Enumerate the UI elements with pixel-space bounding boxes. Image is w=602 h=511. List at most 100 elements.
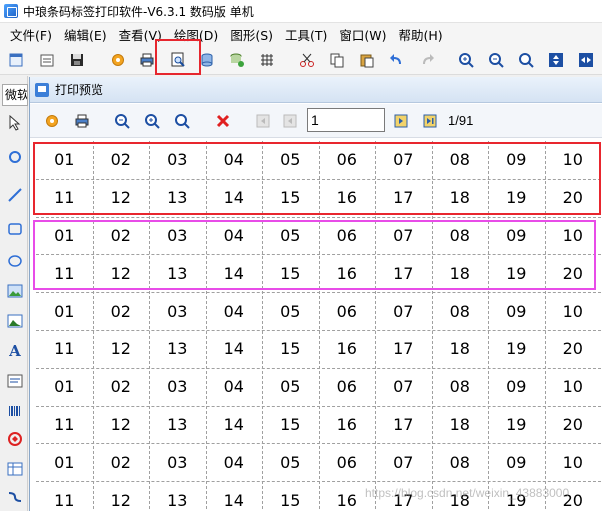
ellipse-tool-icon[interactable] (6, 252, 24, 270)
label-cell: 01 (54, 301, 75, 321)
label-cell: 10 (562, 301, 583, 321)
label-cell: 16 (336, 188, 357, 208)
settings-gear-icon[interactable] (43, 112, 61, 130)
prev-page-icon[interactable] (281, 112, 299, 130)
table-tool-icon[interactable] (6, 460, 24, 478)
settings-gear-icon[interactable] (109, 51, 127, 69)
first-page-icon[interactable] (254, 112, 272, 130)
label-cell: 19 (506, 263, 527, 283)
zoom-out-icon[interactable] (487, 51, 505, 69)
menu-edit[interactable]: 编辑(E) (58, 25, 113, 44)
label-cell: 10 (562, 225, 583, 245)
print-icon[interactable] (138, 51, 156, 69)
label-cell: 03 (167, 225, 188, 245)
label-cell: 15 (280, 414, 301, 434)
database-icon[interactable] (198, 51, 216, 69)
label-cell: 13 (167, 414, 188, 434)
grid-icon[interactable] (258, 51, 276, 69)
label-cell: 16 (336, 414, 357, 434)
label-cell: 18 (449, 188, 470, 208)
label-cell: 12 (110, 188, 131, 208)
label-cell: 06 (336, 301, 357, 321)
label-cell: 04 (223, 452, 244, 472)
menu-view[interactable]: 查看(V) (113, 25, 168, 44)
picture-tool-icon[interactable] (6, 312, 24, 330)
curve-tool-icon[interactable] (6, 488, 24, 506)
menu-file[interactable]: 文件(F) (4, 25, 58, 44)
text-tool-icon[interactable]: A (6, 342, 24, 360)
label-cell: 08 (449, 301, 470, 321)
menu-shape[interactable]: 图形(S) (224, 25, 279, 44)
label-cell: 14 (223, 263, 244, 283)
grid-column-divider (431, 141, 433, 511)
rich-text-tool-icon[interactable] (6, 372, 24, 390)
label-cell: 03 (167, 452, 188, 472)
window-title: 中琅条码标签打印软件-V6.3.1 数码版 单机 (23, 4, 254, 19)
fit-page-icon[interactable] (577, 51, 595, 69)
label-cell: 06 (336, 150, 357, 170)
new-document-icon[interactable] (7, 51, 25, 69)
close-x-icon[interactable] (214, 112, 232, 130)
zoom-in-icon[interactable] (143, 112, 161, 130)
zoom-reset-icon[interactable] (173, 112, 191, 130)
label-cell: 11 (54, 339, 75, 359)
main-toolbar (0, 45, 602, 75)
copy-icon[interactable] (328, 51, 346, 69)
zoom-out-icon[interactable] (113, 112, 131, 130)
qrcode-tool-icon[interactable] (6, 430, 24, 448)
label-cell: 06 (336, 377, 357, 397)
last-page-icon[interactable] (421, 112, 439, 130)
line-tool-icon[interactable] (6, 186, 24, 204)
print-preview-icon[interactable] (169, 51, 187, 69)
grid-column-divider (375, 141, 376, 511)
label-cell: 18 (449, 414, 470, 434)
label-cell: 01 (54, 377, 75, 397)
image-tool-icon[interactable] (6, 282, 24, 300)
next-page-icon[interactable] (392, 112, 410, 130)
menu-help[interactable]: 帮助(H) (393, 25, 449, 44)
zoom-in-icon[interactable] (457, 51, 475, 69)
label-cell: 05 (280, 377, 301, 397)
barcode-tool-icon[interactable] (6, 402, 24, 420)
zoom-fit-icon[interactable] (517, 51, 535, 69)
grid-column-divider (149, 141, 150, 511)
label-cell: 13 (167, 339, 188, 359)
label-cell: 07 (393, 225, 414, 245)
label-cell: 09 (506, 225, 527, 245)
label-cell: 11 (54, 414, 75, 434)
label-cell: 11 (54, 490, 75, 510)
label-cell: 07 (393, 377, 414, 397)
menu-tools[interactable]: 工具(T) (279, 25, 333, 44)
save-disk-icon[interactable] (68, 51, 86, 69)
label-cell: 09 (506, 150, 527, 170)
label-cell: 12 (110, 263, 131, 283)
label-cell: 04 (223, 225, 244, 245)
label-cell: 20 (562, 263, 583, 283)
select-arrow-icon[interactable] (6, 114, 24, 132)
label-cell: 03 (167, 301, 188, 321)
font-combo[interactable]: 微软 (2, 84, 28, 106)
paste-icon[interactable] (358, 51, 376, 69)
label-cell: 11 (54, 263, 75, 283)
open-folder-icon[interactable] (38, 51, 56, 69)
align-center-icon[interactable] (547, 51, 565, 69)
label-cell: 01 (54, 150, 75, 170)
title-bar: 中琅条码标签打印软件-V6.3.1 数码版 单机 (0, 0, 602, 23)
label-cell: 09 (506, 301, 527, 321)
menu-window[interactable]: 窗口(W) (333, 25, 392, 44)
label-preview-grid: 01 02 03 04 05 06 07 08 09 10 11 12 13 14 15 16 17 18 19 20… (36, 141, 602, 511)
cut-icon[interactable] (298, 51, 316, 69)
database-connect-icon[interactable] (228, 51, 246, 69)
grid-column-divider (544, 141, 546, 511)
print-icon[interactable] (73, 112, 91, 130)
undo-icon[interactable] (388, 51, 406, 69)
label-cell: 05 (280, 225, 301, 245)
rotate-tool-icon[interactable] (6, 148, 24, 166)
menu-draw[interactable]: 绘图(D) (168, 25, 224, 44)
label-cell: 14 (223, 414, 244, 434)
page-number-input[interactable]: 1 (307, 108, 385, 132)
label-cell: 18 (449, 339, 470, 359)
grid-column-divider (205, 141, 207, 511)
rectangle-tool-icon[interactable] (6, 220, 24, 238)
redo-icon[interactable] (418, 51, 436, 69)
